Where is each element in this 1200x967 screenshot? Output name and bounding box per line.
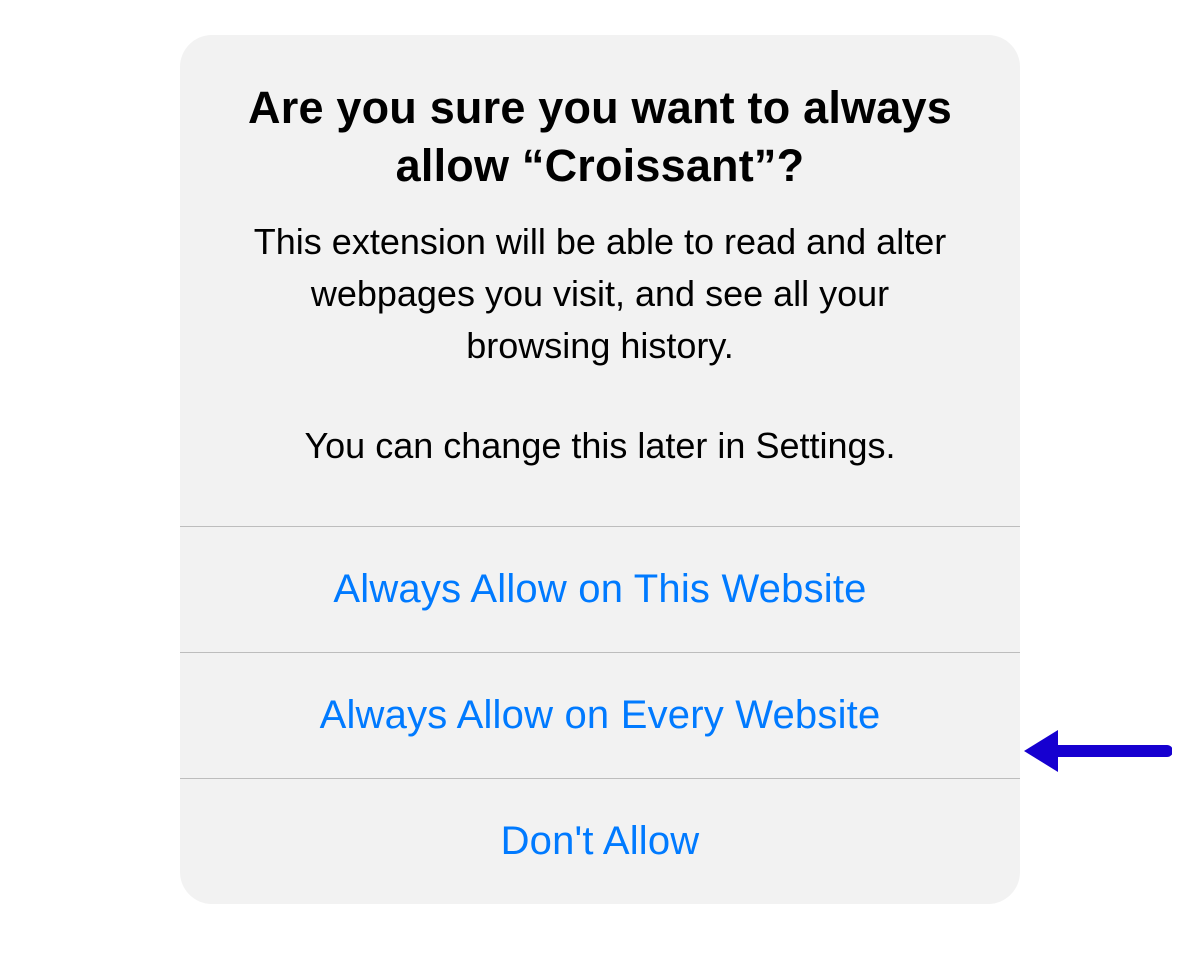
annotation-arrow-icon <box>1022 720 1172 782</box>
alert-message: This extension will be able to read and … <box>236 216 964 471</box>
button-label: Don't Allow <box>501 819 700 863</box>
button-label: Always Allow on Every Website <box>320 693 881 737</box>
always-allow-this-website-button[interactable]: Always Allow on This Website <box>180 526 1020 652</box>
dont-allow-button[interactable]: Don't Allow <box>180 778 1020 904</box>
alert-body: Are you sure you want to always allow “C… <box>180 35 1020 526</box>
always-allow-every-website-button[interactable]: Always Allow on Every Website <box>180 652 1020 778</box>
permission-alert: Are you sure you want to always allow “C… <box>180 35 1020 904</box>
alert-message-line2: You can change this later in Settings. <box>236 420 964 472</box>
alert-message-line1: This extension will be able to read and … <box>236 216 964 371</box>
alert-title: Are you sure you want to always allow “C… <box>236 79 964 194</box>
button-label: Always Allow on This Website <box>333 567 866 611</box>
